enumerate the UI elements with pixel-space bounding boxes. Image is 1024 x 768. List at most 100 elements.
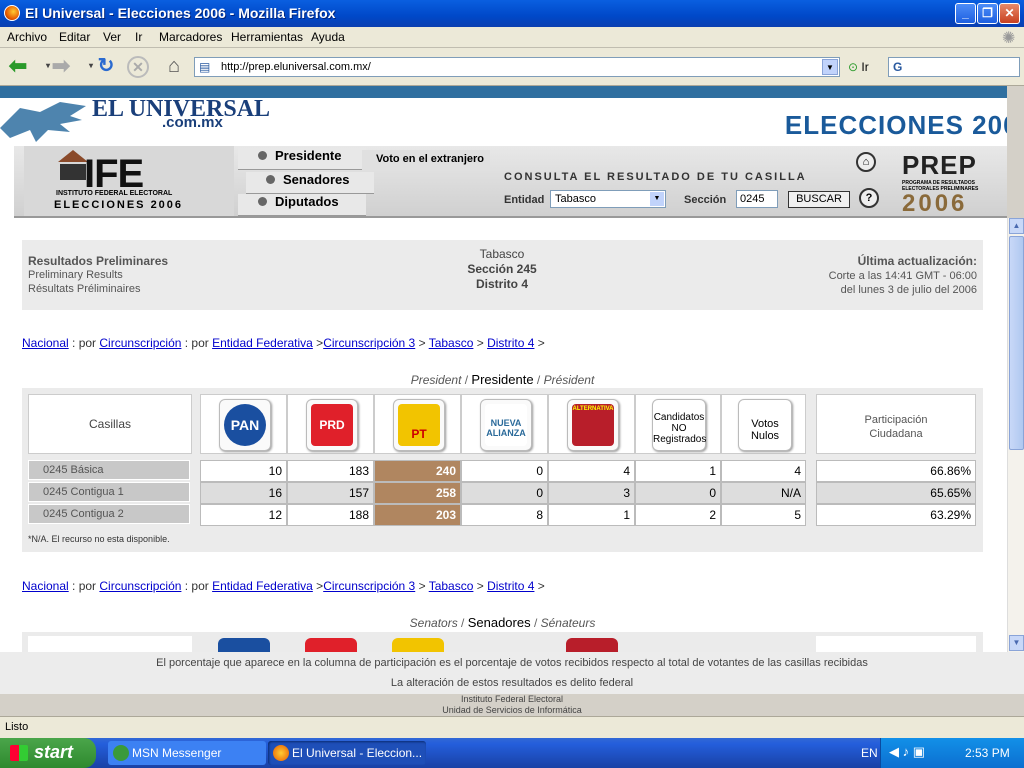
bullet-icon xyxy=(258,197,267,206)
vertical-scrollbar[interactable]: ▲ ▼ xyxy=(1007,218,1024,652)
party-header-pan: PAN xyxy=(200,394,287,454)
help-icon[interactable]: ? xyxy=(859,188,879,208)
forward-icon[interactable]: ➡ xyxy=(48,54,74,80)
menu-editar[interactable]: Editar xyxy=(59,30,90,44)
participacion-cell: 66.86% xyxy=(816,460,976,482)
pt-logo-icon xyxy=(392,638,444,652)
tab-senadores[interactable]: Senadores xyxy=(246,172,374,194)
window-title: El Universal - Elecciones 2006 - Mozilla… xyxy=(25,5,336,21)
msn-icon xyxy=(113,745,129,761)
home-icon[interactable]: ⌂ xyxy=(161,54,187,80)
nulos-header: Votos Nulos xyxy=(721,394,806,454)
url-dropdown-icon[interactable]: ▼ xyxy=(822,59,838,75)
breadcrumb-distrito[interactable]: Distrito 4 xyxy=(487,579,534,593)
taskbar-firefox[interactable]: El Universal - Eleccion... xyxy=(268,741,426,765)
seccion-label: Sección xyxy=(684,194,727,206)
breadcrumb-circunscripcion-3[interactable]: Circunscripción 3 xyxy=(323,336,415,350)
district-name: Distrito 4 xyxy=(475,277,528,291)
row-label: 0245 Contigua 2 xyxy=(28,504,190,524)
row-label: 0245 Contigua 1 xyxy=(28,482,190,502)
alternativa-logo-icon xyxy=(566,638,618,652)
minimize-button[interactable]: _ xyxy=(955,3,976,24)
elecciones-title: ELECCIONES 2006 xyxy=(784,110,1007,140)
vote-cell: 2 xyxy=(635,504,721,526)
breadcrumb-entidad[interactable]: Entidad Federativa xyxy=(212,579,313,593)
vote-cell: 203 xyxy=(374,504,461,526)
start-button[interactable]: start xyxy=(0,738,96,768)
scroll-down-icon[interactable]: ▼ xyxy=(1009,635,1024,651)
ife-footer-name: Instituto Federal Electoral xyxy=(460,694,564,704)
ife-footer: Instituto Federal Electoral Unidad de Se… xyxy=(0,694,1024,716)
menu-herramientas[interactable]: Herramientas xyxy=(231,30,303,44)
breadcrumb-tabasco[interactable]: Tabasco xyxy=(429,579,474,593)
ife-footer-unit: Unidad de Servicios de Informática xyxy=(442,705,582,715)
legal-note: La alteración de estos resultados es del… xyxy=(390,677,634,689)
back-icon[interactable]: ⬅ xyxy=(5,54,31,80)
language-indicator[interactable]: EN xyxy=(861,746,878,760)
breadcrumb-distrito[interactable]: Distrito 4 xyxy=(487,336,534,350)
maximize-button[interactable]: ❐ xyxy=(977,3,998,24)
pan-logo-icon: PAN xyxy=(219,399,271,451)
voto-extranjero-link[interactable]: Voto en el extranjero xyxy=(362,150,490,170)
seccion-input[interactable]: 0245 xyxy=(736,190,778,208)
reload-icon[interactable]: ↻ xyxy=(93,54,119,80)
search-input[interactable]: G xyxy=(888,57,1020,77)
scroll-up-icon[interactable]: ▲ xyxy=(1009,218,1024,234)
google-icon: G xyxy=(893,60,903,74)
url-field[interactable]: ▤ http://prep.eluniversal.com.mx/ ▼ xyxy=(194,57,840,77)
breadcrumb-nacional[interactable]: Nacional xyxy=(22,579,69,593)
vote-cell: 1 xyxy=(635,460,721,482)
participacion-header: Participación Ciudadana xyxy=(816,394,976,454)
vote-cell: 4 xyxy=(721,460,806,482)
menu-archivo[interactable]: Archivo xyxy=(7,30,47,44)
vote-cell: 4 xyxy=(548,460,635,482)
buscar-button[interactable]: BUSCAR xyxy=(788,191,850,208)
vote-cell: 5 xyxy=(721,504,806,526)
menu-ir[interactable]: Ir xyxy=(135,30,142,44)
breadcrumb-tabasco[interactable]: Tabasco xyxy=(429,336,474,350)
scroll-thumb[interactable] xyxy=(1009,236,1024,450)
clock: 2:53 PM xyxy=(965,746,1010,760)
tray-icons[interactable]: ◀ ♪ ▣ xyxy=(889,744,925,760)
prep-year: 2006 xyxy=(902,190,968,217)
participacion-cell: 65.65% xyxy=(816,482,976,504)
url-text: http://prep.eluniversal.com.mx/ xyxy=(221,61,371,73)
close-button[interactable]: ✕ xyxy=(999,3,1020,24)
results-title-fr: Résultats Préliminaires xyxy=(28,283,141,295)
bullet-icon xyxy=(258,151,267,160)
footnote: *N/A. El recurso no esta disponible. xyxy=(28,534,170,544)
update-time: Corte a las 14:41 GMT - 06:00 xyxy=(828,270,977,282)
menu-bar: Archivo Editar Ver Ir Marcadores Herrami… xyxy=(0,27,1024,48)
ife-header: IFE INSTITUTO FEDERAL ELECTORAL ELECCION… xyxy=(14,146,1007,218)
eluniversal-domain: .com.mx xyxy=(162,114,223,131)
home-icon[interactable]: ⌂ xyxy=(856,152,876,172)
vote-cell: 8 xyxy=(461,504,548,526)
senadores-results-table xyxy=(22,632,983,652)
vote-cell: 0 xyxy=(461,482,548,504)
participation-note: El porcentaje que aparece en la columna … xyxy=(156,657,868,669)
breadcrumb-circunscripcion-3[interactable]: Circunscripción 3 xyxy=(323,579,415,593)
participacion-cell: 63.29% xyxy=(816,504,976,526)
disclaimer-bar: El porcentaje que aparece en la columna … xyxy=(0,652,1024,694)
taskbar-msn[interactable]: MSN Messenger xyxy=(108,741,266,765)
go-button[interactable]: ⊙ Ir xyxy=(848,60,869,74)
breadcrumb-circunscripcion[interactable]: Circunscripción xyxy=(99,579,181,593)
breadcrumb-nacional[interactable]: Nacional xyxy=(22,336,69,350)
results-header: Resultados Preliminares Preliminary Resu… xyxy=(22,240,983,310)
menu-ayuda[interactable]: Ayuda xyxy=(311,30,345,44)
firefox-icon xyxy=(4,5,20,21)
stop-icon[interactable]: ✕ xyxy=(127,56,149,78)
breadcrumb-entidad[interactable]: Entidad Federativa xyxy=(212,336,313,350)
section-name: Sección 245 xyxy=(467,262,537,276)
party-header-pt: PT xyxy=(374,394,461,454)
vote-cell: 12 xyxy=(200,504,287,526)
tab-diputados[interactable]: Diputados xyxy=(238,194,366,216)
tab-presidente[interactable]: Presidente xyxy=(238,148,366,170)
casillas-header: Casillas xyxy=(28,394,192,454)
menu-marcadores[interactable]: Marcadores xyxy=(159,30,222,44)
breadcrumb-circunscripcion[interactable]: Circunscripción xyxy=(99,336,181,350)
page-icon: ▤ xyxy=(199,60,211,74)
menu-ver[interactable]: Ver xyxy=(103,30,121,44)
entidad-select[interactable]: Tabasco ▼ xyxy=(550,190,666,208)
page-content: EL UNIVERSAL .com.mx ELECCIONES 2006 IFE… xyxy=(0,86,1007,652)
